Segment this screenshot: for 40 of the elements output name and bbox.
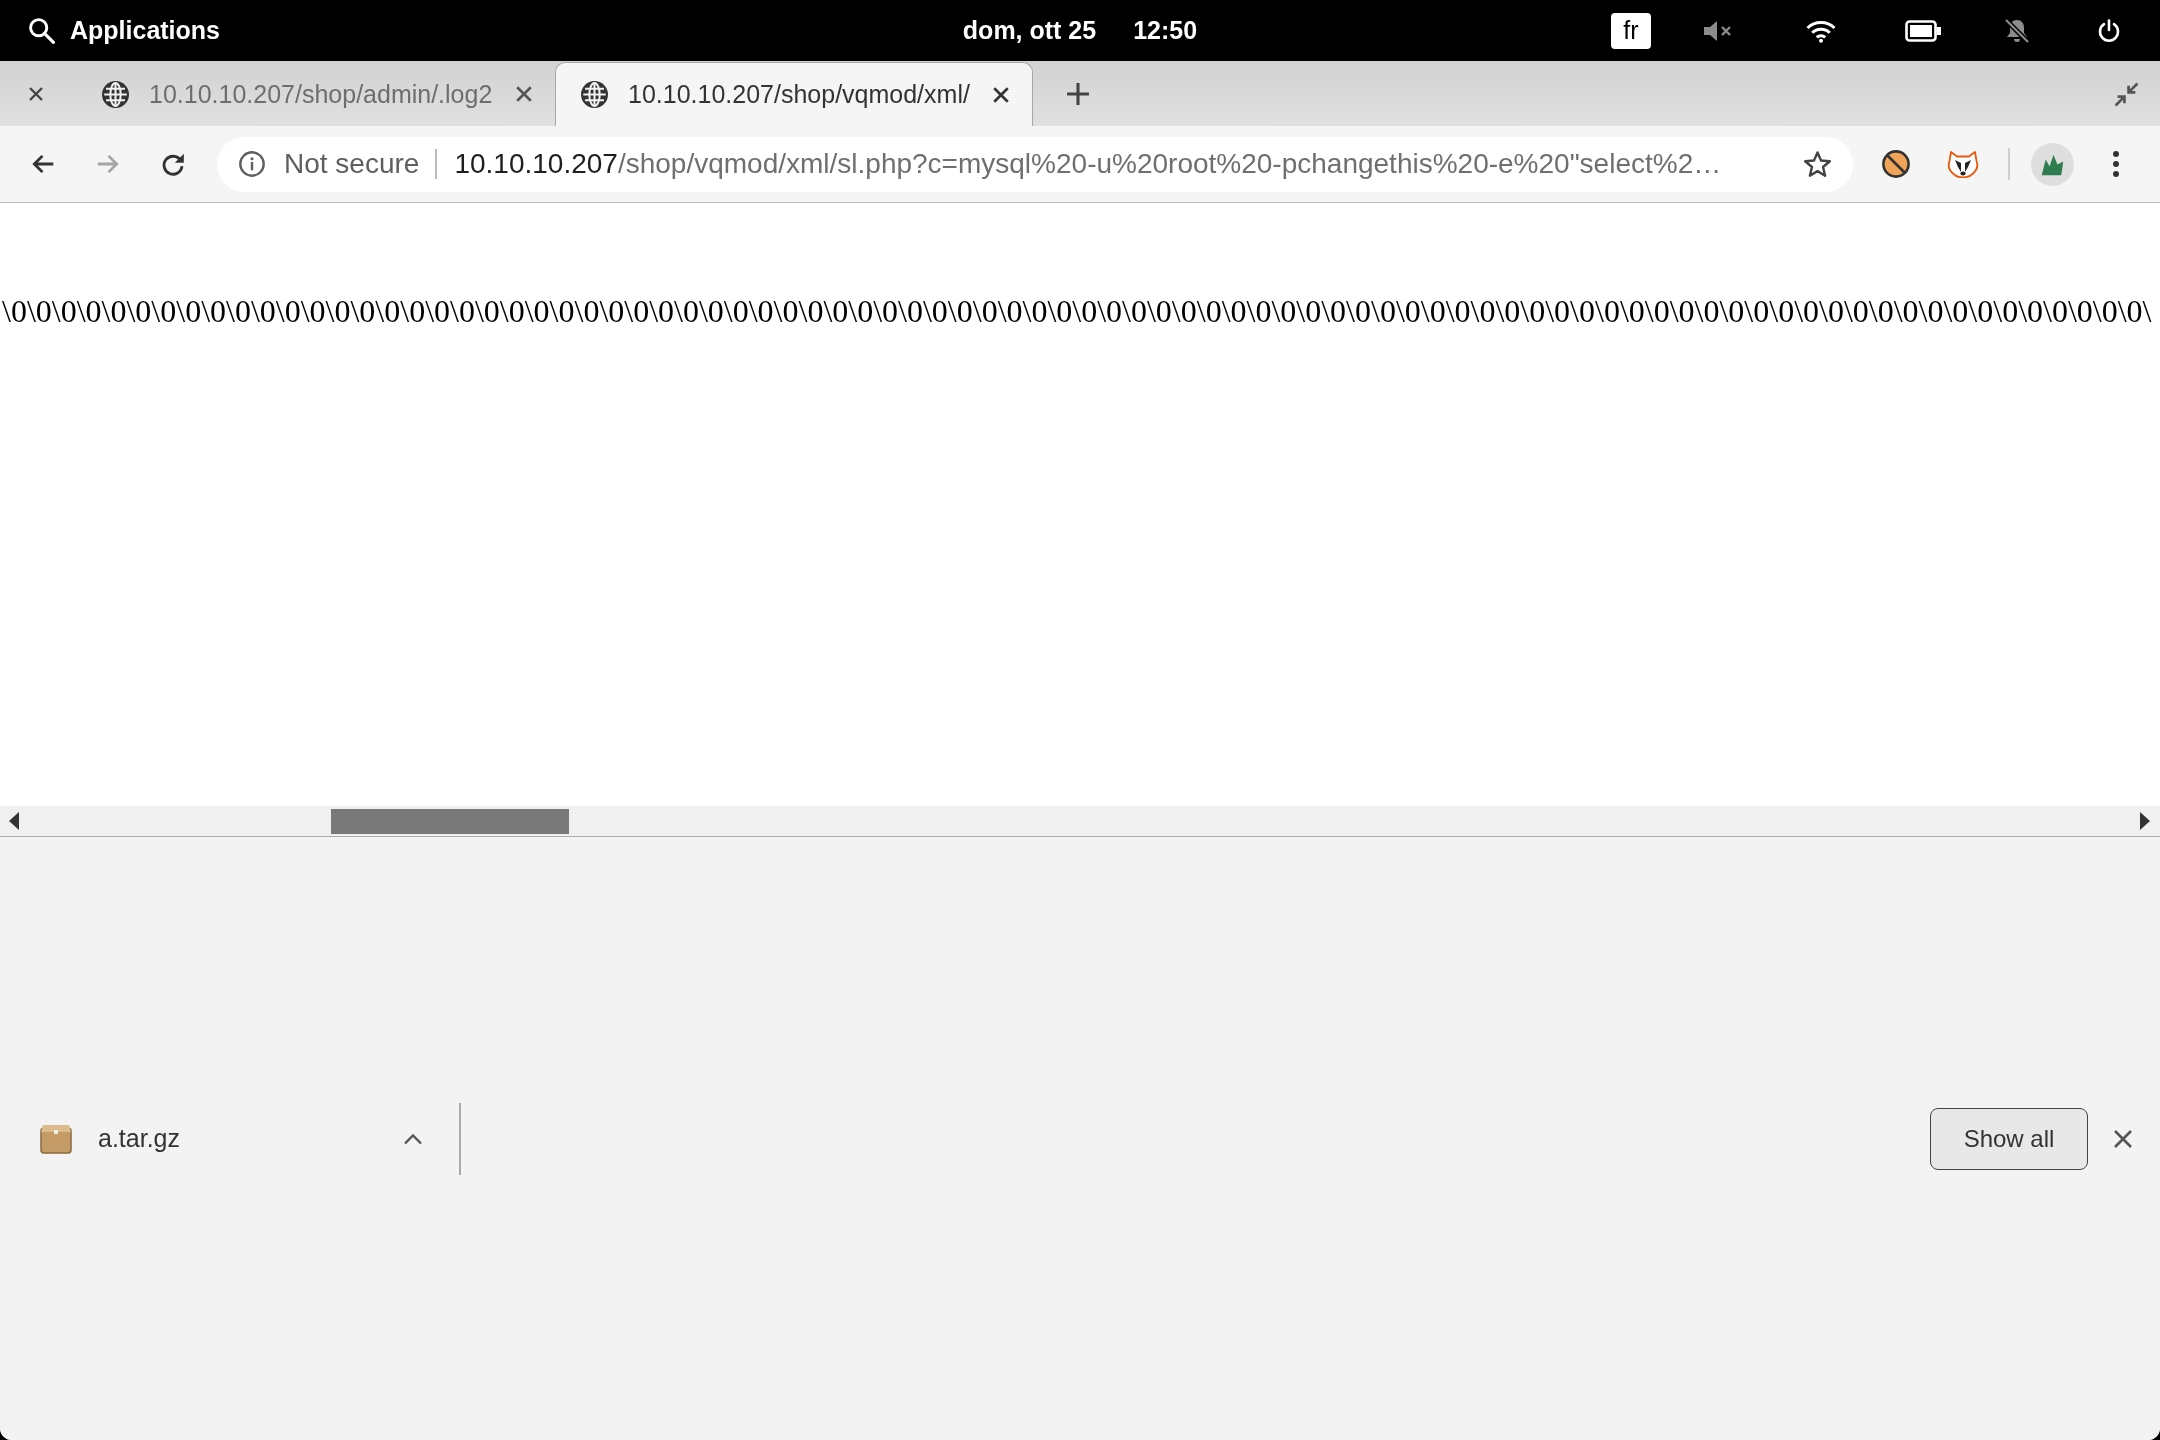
animal-head-icon[interactable] — [1946, 150, 1980, 178]
globe-icon — [581, 81, 608, 108]
clock-date: dom, ott 25 — [962, 16, 1097, 45]
wifi-icon[interactable] — [1805, 18, 1837, 43]
search-icon — [28, 17, 55, 44]
browser-tab[interactable]: 10.10.10.207/shop/admin/.log2 — [77, 62, 555, 126]
globe-icon — [102, 80, 129, 108]
keyboard-layout-indicator[interactable]: fr — [1611, 12, 1651, 49]
close-icon — [515, 85, 533, 103]
applications-menu[interactable]: Applications — [28, 16, 220, 45]
browser-tab[interactable]: 10.10.10.207/shop/vqmod/xml/ — [555, 62, 1033, 126]
address-bar[interactable]: Not secure 10.10.10.207/shop/vqmod/xml/sl.php?c=mysql%20-u%20root%20-pchangethis%20-e%20"select%2… — [217, 136, 1853, 192]
url-text[interactable]: 10.10.10.207/shop/vqmod/xml/sl.php?c=mysql%20-u%20root%20-pchangethis%20-e%20"select%2… — [454, 148, 1722, 180]
more-menu-icon[interactable] — [2113, 151, 2119, 177]
horizontal-scrollbar[interactable] — [0, 806, 2160, 837]
battery-icon[interactable] — [1905, 19, 1941, 42]
profile-avatar-icon[interactable] — [2031, 142, 2074, 186]
close-icon — [28, 86, 44, 102]
left-triangle-icon[interactable] — [9, 812, 19, 830]
close-icon — [992, 85, 1010, 104]
plus-icon — [1067, 83, 1089, 105]
clock-time: 12:50 — [1133, 16, 1198, 45]
info-icon[interactable] — [239, 151, 265, 177]
download-file-name[interactable]: a.tar.gz — [98, 1124, 180, 1153]
power-icon[interactable] — [2097, 18, 2121, 43]
page-text: \0\0\0\0\0\0\0\0\0\0\0\0\0\0\0\0\0\0\0\0\0\0\0\0\0\0\0\0\0\0\0\0\0\0\0\0\0\0\0\0\0\0\0\0\0\0\0\0\0\0\0\0\0\0\0\0\0\0\0\0\0\0\0\0\0\0\0\0\0\0\0\0\0\0\0\0\0\0\0\0\0\0\0\0\0\0\ — [2, 293, 2152, 330]
package-icon — [40, 1123, 72, 1154]
close-icon — [2113, 1128, 2133, 1149]
reload-icon — [160, 151, 186, 177]
security-label[interactable]: Not secure — [284, 148, 420, 180]
scrollbar-thumb[interactable] — [331, 808, 569, 834]
caret-up-icon — [403, 1132, 423, 1145]
right-triangle-icon[interactable] — [2140, 812, 2150, 830]
collapse-arrows-icon — [2113, 81, 2139, 107]
show-all-button[interactable]: Show all — [1930, 1107, 2088, 1170]
bell-off-icon[interactable] — [2003, 16, 2031, 45]
blocked-sign-icon[interactable] — [1882, 150, 1910, 178]
bookmark-button[interactable] — [1802, 149, 1832, 179]
speaker-muted-icon[interactable] — [1703, 18, 1733, 43]
star-icon — [1802, 149, 1832, 179]
